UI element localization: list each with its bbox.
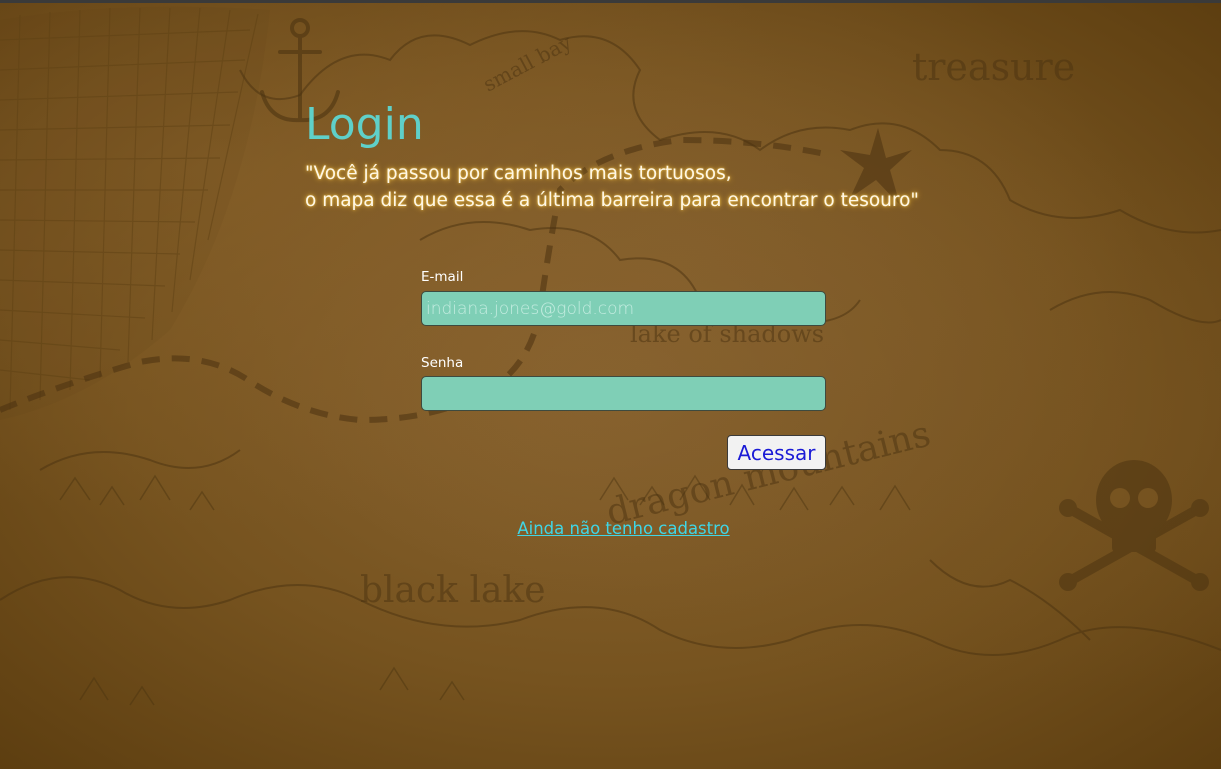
page-quote: "Você já passou por caminhos mais tortuo… (305, 160, 919, 214)
register-link[interactable]: Ainda não tenho cadastro (421, 518, 826, 540)
email-input[interactable] (421, 291, 826, 326)
quote-line-1: "Você já passou por caminhos mais tortuo… (305, 163, 732, 184)
quote-line-2: o mapa diz que essa é a última barreira … (305, 190, 919, 211)
password-label: Senha (421, 355, 464, 371)
window-top-border (0, 0, 1221, 3)
password-input[interactable] (421, 376, 826, 411)
login-page: Login "Você já passou por caminhos mais … (0, 0, 1221, 769)
page-title: Login (305, 99, 424, 150)
email-label: E-mail (421, 269, 464, 285)
submit-button[interactable]: Acessar (727, 435, 826, 470)
